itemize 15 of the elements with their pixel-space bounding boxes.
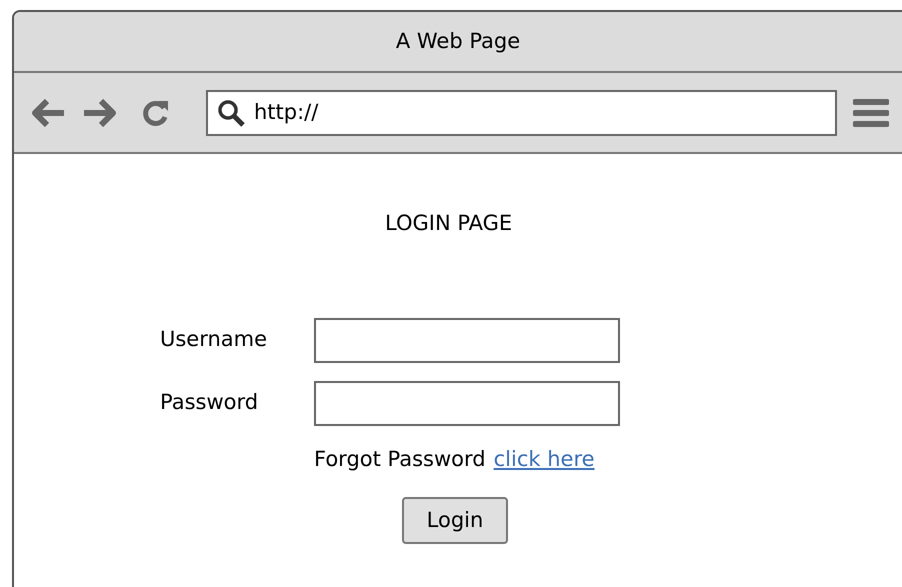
forgot-password-text: Forgot Password (314, 446, 486, 472)
input-field[interactable] (314, 380, 620, 426)
login-button[interactable]: Login (402, 497, 508, 544)
input-field[interactable] (314, 318, 620, 362)
url-text: http:// (254, 98, 318, 126)
address-field[interactable]: http:// (206, 90, 837, 136)
page-heading: LOGIN PAGE (385, 210, 514, 237)
search-icon (216, 98, 246, 128)
forward-arrow-icon[interactable] (82, 98, 116, 128)
window-title: A Web Page (396, 28, 520, 55)
menu-icon[interactable] (853, 96, 889, 128)
field-label: Password (159, 389, 260, 416)
field-label: Username (159, 326, 268, 354)
back-arrow-icon[interactable] (32, 98, 66, 128)
click-here-link[interactable]: click here (494, 444, 595, 475)
